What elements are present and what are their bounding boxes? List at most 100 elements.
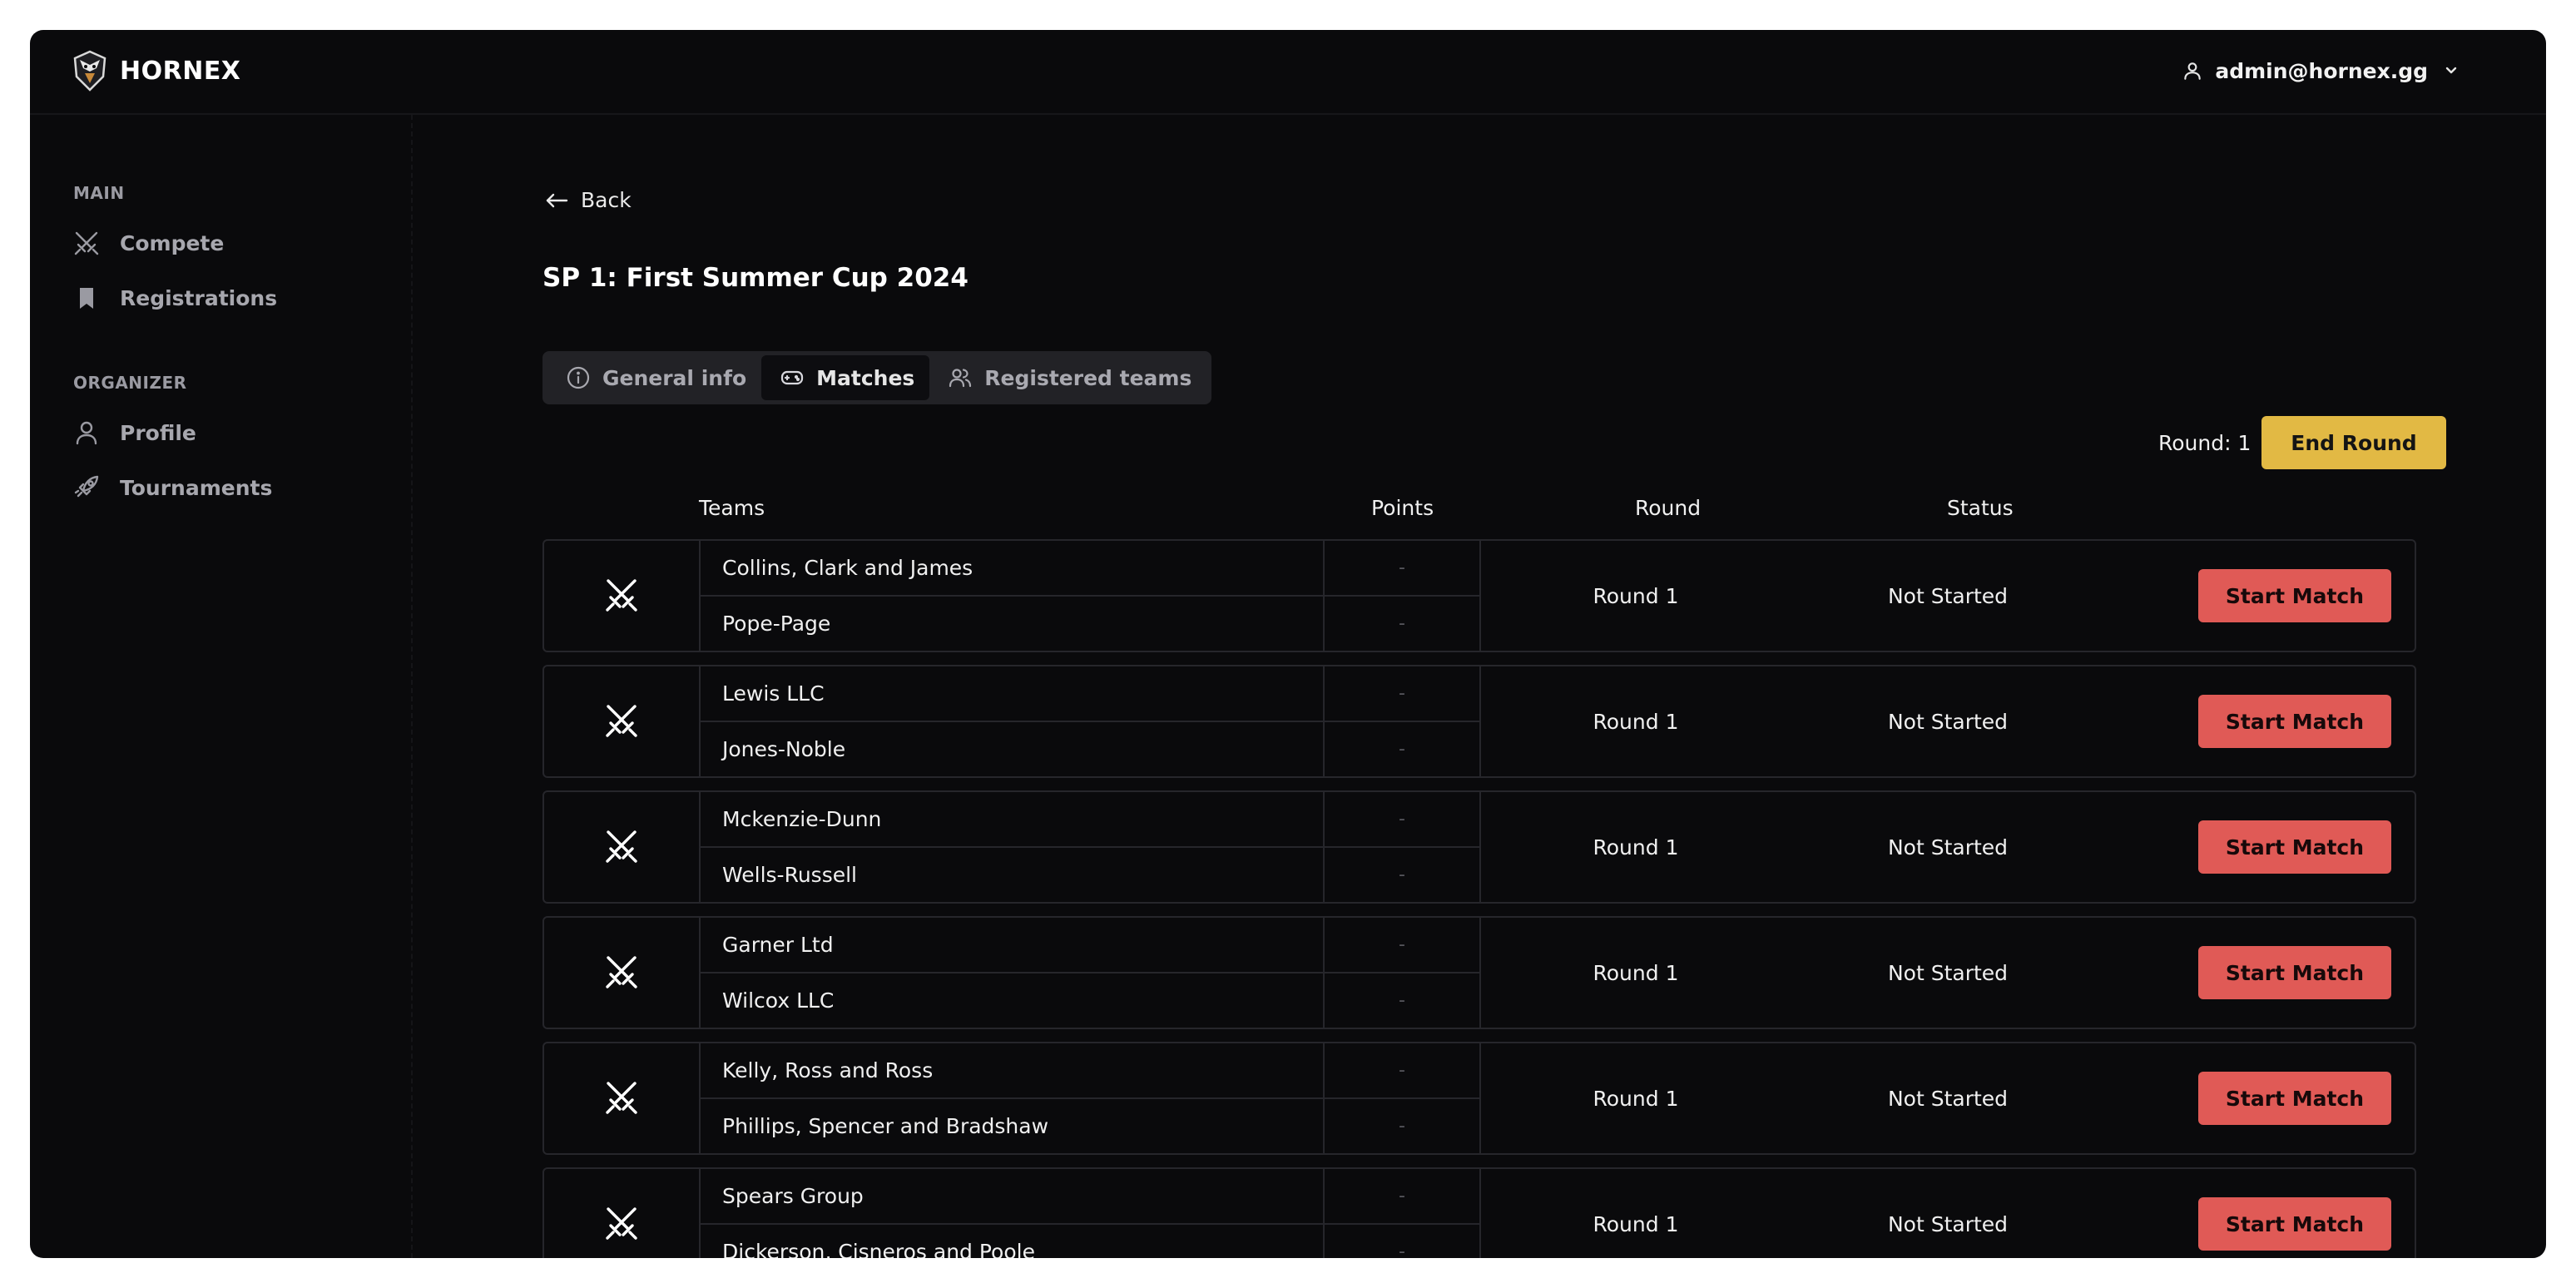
top-bar: HORNEX admin@hornex.gg <box>30 30 2546 115</box>
team-b-cell: Jones-Noble <box>701 722 1323 776</box>
user-icon <box>76 421 97 445</box>
page-title: SP 1: First Summer Cup 2024 <box>542 263 968 293</box>
start-match-button[interactable]: Start Match <box>2198 1197 2391 1251</box>
users-icon <box>949 369 972 388</box>
tab-label: General info <box>602 365 747 390</box>
start-match-button[interactable]: Start Match <box>2198 569 2391 622</box>
sidebar-item-label: Registrations <box>120 285 278 310</box>
start-match-button[interactable]: Start Match <box>2198 695 2391 748</box>
sidebar-section-organizer: ORGANIZER <box>73 373 187 393</box>
match-icon-cell <box>544 918 701 1028</box>
match-round: Round 1 <box>1593 709 1679 734</box>
team-a-cell: Spears Group <box>701 1169 1323 1225</box>
team-b-points: - <box>1399 1116 1405 1137</box>
brand[interactable]: HORNEX <box>72 48 240 93</box>
crossed-swords-icon <box>606 1082 637 1114</box>
sidebar-item-registrations[interactable]: Registrations <box>72 278 277 318</box>
cell-divider <box>1479 1043 1481 1153</box>
team-b-name: Phillips, Spencer and Bradshaw <box>722 1114 1049 1138</box>
cell-divider <box>1479 666 1481 776</box>
match-round: Round 1 <box>1593 960 1679 985</box>
match-icon-cell <box>544 792 701 902</box>
cell-divider <box>1479 541 1481 651</box>
start-match-button[interactable]: Start Match <box>2198 820 2391 874</box>
brand-name: HORNEX <box>120 56 241 86</box>
team-a-cell: Garner Ltd <box>701 918 1323 973</box>
column-header-round: Round <box>1635 496 1702 520</box>
tab-general-info[interactable]: General info <box>547 355 761 400</box>
team-b-cell: Phillips, Spencer and Bradshaw <box>701 1099 1323 1153</box>
match-round: Round 1 <box>1593 1211 1679 1236</box>
team-a-name: Kelly, Ross and Ross <box>722 1058 934 1082</box>
match-status: Not Started <box>1887 709 2009 734</box>
crossed-swords-icon <box>606 579 637 612</box>
match-status: Not Started <box>1887 1211 2009 1236</box>
team-b-name: Pope-Page <box>722 612 831 636</box>
back-label: Back <box>581 188 632 212</box>
tab-registered-teams[interactable]: Registered teams <box>929 355 1206 400</box>
tab-label: Matches <box>816 365 915 390</box>
match-row: Collins, Clark and James Pope-Page - - R… <box>542 539 2416 652</box>
match-icon-cell <box>544 1169 701 1258</box>
team-a-points: - <box>1325 541 1479 597</box>
sidebar-item-label: Compete <box>120 230 225 255</box>
match-row: Mckenzie-Dunn Wells-Russell - - Round 1 … <box>542 790 2416 904</box>
cell-divider <box>1479 918 1481 1028</box>
start-match-button[interactable]: Start Match <box>2198 1072 2391 1125</box>
match-icon-cell <box>544 666 701 776</box>
match-row: Kelly, Ross and Ross Phillips, Spencer a… <box>542 1042 2416 1155</box>
crossed-swords-icon <box>606 705 637 737</box>
team-a-cell: Mckenzie-Dunn <box>701 792 1323 848</box>
team-a-name: Mckenzie-Dunn <box>722 807 882 831</box>
tab-matches[interactable]: Matches <box>761 355 930 400</box>
team-b-cell: Wells-Russell <box>701 848 1323 902</box>
main-content: Back SP 1: First Summer Cup 2024 General… <box>542 115 2448 1258</box>
team-b-points: - <box>1399 739 1405 760</box>
hornet-logo-icon <box>73 50 107 92</box>
match-round: Round 1 <box>1593 835 1679 859</box>
team-b-cell: Dickerson, Cisneros and Poole <box>701 1225 1323 1258</box>
tab-bar: General info Matches Registered teams <box>542 351 1212 404</box>
chevron-down-icon <box>2445 67 2457 74</box>
sidebar-item-compete[interactable]: Compete <box>72 223 224 263</box>
team-a-points: - <box>1325 1043 1479 1099</box>
bookmark-icon <box>80 288 93 309</box>
user-menu[interactable]: admin@hornex.gg <box>2182 52 2460 90</box>
match-status: Not Started <box>1887 835 2009 859</box>
team-b-name: Dickerson, Cisneros and Poole <box>722 1240 1035 1258</box>
team-b-cell: Pope-Page <box>701 597 1323 651</box>
crossed-swords-icon <box>74 231 99 255</box>
tab-label: Registered teams <box>984 365 1192 390</box>
column-header-status: Status <box>1947 496 2014 520</box>
team-a-cell: Kelly, Ross and Ross <box>701 1043 1323 1099</box>
team-b-cell: Wilcox LLC <box>701 973 1323 1028</box>
arrow-left-icon <box>546 193 568 207</box>
match-round: Round 1 <box>1593 583 1679 608</box>
gamepad-icon <box>781 370 804 385</box>
back-link[interactable]: Back <box>544 188 632 212</box>
team-a-name: Collins, Clark and James <box>722 556 973 580</box>
user-email: admin@hornex.gg <box>2215 58 2428 83</box>
crossed-swords-icon <box>606 1207 637 1240</box>
column-header-points: Points <box>1371 496 1434 520</box>
team-b-name: Wilcox LLC <box>722 988 835 1013</box>
sidebar-item-label: Tournaments <box>120 475 273 500</box>
team-a-name: Lewis LLC <box>722 681 825 706</box>
sidebar-item-profile[interactable]: Profile <box>72 413 196 453</box>
crossed-swords-icon <box>606 956 637 988</box>
team-b-points: - <box>1399 864 1405 885</box>
start-match-button[interactable]: Start Match <box>2198 946 2391 999</box>
crossed-swords-icon <box>606 830 637 863</box>
team-a-name: Spears Group <box>722 1184 864 1208</box>
match-row: Lewis LLC Jones-Noble - - Round 1 Not St… <box>542 665 2416 778</box>
end-round-button[interactable]: End Round <box>2261 416 2446 469</box>
app-window: HORNEX admin@hornex.gg MAIN Compete Regi… <box>30 30 2546 1258</box>
current-round-label: Round: 1 <box>2158 431 2252 455</box>
sidebar-item-label: Profile <box>120 420 196 445</box>
team-b-points: - <box>1399 990 1405 1011</box>
column-header-teams: Teams <box>699 496 765 520</box>
match-row: Garner Ltd Wilcox LLC - - Round 1 Not St… <box>542 916 2416 1029</box>
match-row: Spears Group Dickerson, Cisneros and Poo… <box>542 1167 2416 1258</box>
sidebar-item-tournaments[interactable]: Tournaments <box>72 468 272 508</box>
sidebar-section-main: MAIN <box>73 183 125 203</box>
